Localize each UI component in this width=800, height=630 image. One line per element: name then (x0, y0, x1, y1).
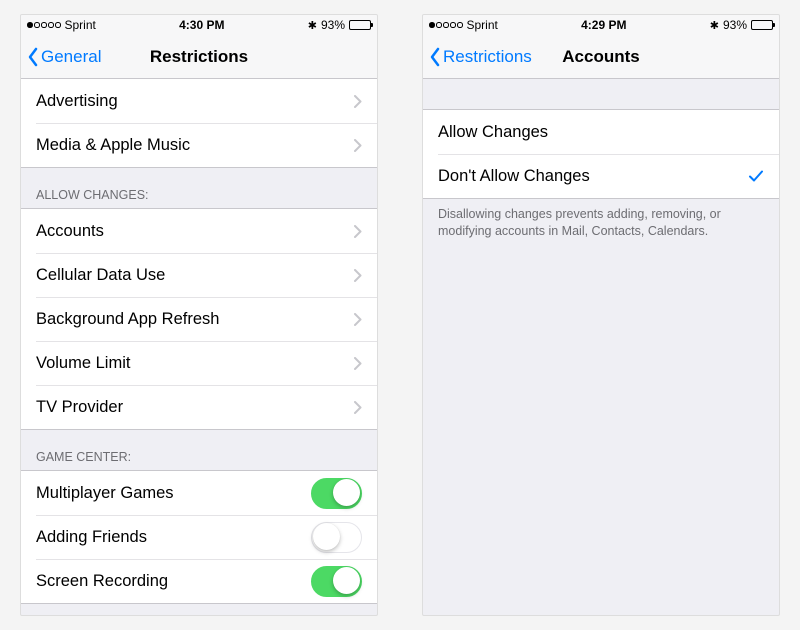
section-header-allow-changes: Allow Changes: (21, 168, 377, 208)
row-label: Volume Limit (36, 354, 354, 373)
option-label: Don't Allow Changes (438, 167, 748, 186)
back-label: General (41, 47, 101, 67)
row-label: Adding Friends (36, 528, 311, 547)
toggle-multiplayer-games[interactable] (311, 478, 362, 509)
row-cellular-data-use[interactable]: Cellular Data Use (21, 253, 377, 297)
row-multiplayer-games: Multiplayer Games (21, 471, 377, 515)
chevron-left-icon (429, 47, 441, 67)
row-label: TV Provider (36, 398, 354, 417)
chevron-right-icon (354, 95, 362, 108)
back-label: Restrictions (443, 47, 532, 67)
battery-icon (751, 20, 773, 30)
checkmark-icon (748, 168, 764, 184)
battery-pct: 93% (723, 18, 747, 32)
phone-restrictions: Sprint 4:30 PM ✱ 93% General Restriction… (20, 14, 378, 616)
chevron-right-icon (354, 357, 362, 370)
signal-icon (429, 22, 463, 28)
bluetooth-icon: ✱ (308, 19, 317, 32)
phone-accounts: Sprint 4:29 PM ✱ 93% Restrictions Accoun… (422, 14, 780, 616)
section-header-game-center: Game Center: (21, 430, 377, 470)
settings-list[interactable]: Advertising Media & Apple Music Allow Ch… (21, 79, 377, 615)
section-footer: Disallowing changes prevents adding, rem… (423, 199, 779, 248)
row-advertising[interactable]: Advertising (21, 79, 377, 123)
bluetooth-icon: ✱ (710, 19, 719, 32)
toggle-screen-recording[interactable] (311, 566, 362, 597)
row-label: Multiplayer Games (36, 484, 311, 503)
row-label: Advertising (36, 92, 354, 111)
toggle-adding-friends[interactable] (311, 522, 362, 553)
chevron-right-icon (354, 313, 362, 326)
back-button[interactable]: General (21, 47, 101, 67)
nav-bar: General Restrictions (21, 35, 377, 79)
option-label: Allow Changes (438, 123, 764, 142)
row-adding-friends: Adding Friends (21, 515, 377, 559)
row-label: Media & Apple Music (36, 136, 354, 155)
row-label: Screen Recording (36, 572, 311, 591)
back-button[interactable]: Restrictions (423, 47, 532, 67)
settings-list[interactable]: Allow Changes Don't Allow Changes Disall… (423, 79, 779, 615)
row-label: Background App Refresh (36, 310, 354, 329)
battery-icon (349, 20, 371, 30)
signal-icon (27, 22, 61, 28)
option-allow-changes[interactable]: Allow Changes (423, 110, 779, 154)
clock: 4:29 PM (581, 18, 626, 32)
chevron-left-icon (27, 47, 39, 67)
chevron-right-icon (354, 269, 362, 282)
clock: 4:30 PM (179, 18, 224, 32)
status-bar: Sprint 4:30 PM ✱ 93% (21, 15, 377, 35)
nav-bar: Restrictions Accounts (423, 35, 779, 79)
status-bar: Sprint 4:29 PM ✱ 93% (423, 15, 779, 35)
row-screen-recording: Screen Recording (21, 559, 377, 603)
row-volume-limit[interactable]: Volume Limit (21, 341, 377, 385)
carrier-label: Sprint (65, 18, 96, 32)
row-label: Cellular Data Use (36, 266, 354, 285)
option-dont-allow-changes[interactable]: Don't Allow Changes (423, 154, 779, 198)
row-accounts[interactable]: Accounts (21, 209, 377, 253)
row-background-app-refresh[interactable]: Background App Refresh (21, 297, 377, 341)
carrier-label: Sprint (467, 18, 498, 32)
chevron-right-icon (354, 401, 362, 414)
row-media-apple-music[interactable]: Media & Apple Music (21, 123, 377, 167)
chevron-right-icon (354, 139, 362, 152)
battery-pct: 93% (321, 18, 345, 32)
row-label: Accounts (36, 222, 354, 241)
row-tv-provider[interactable]: TV Provider (21, 385, 377, 429)
chevron-right-icon (354, 225, 362, 238)
